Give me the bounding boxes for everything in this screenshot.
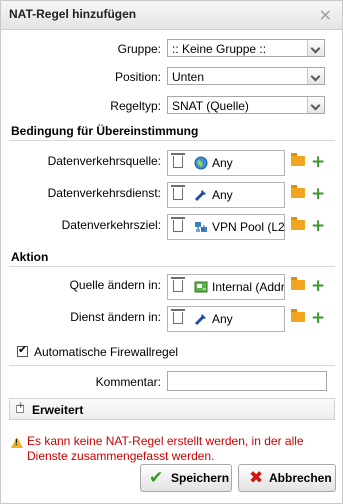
folder-icon[interactable] bbox=[291, 309, 305, 322]
chevron-down-icon[interactable] bbox=[307, 68, 324, 84]
datenverkehrsquelle-object[interactable]: Any bbox=[167, 150, 285, 176]
quelle-aendern-object[interactable]: Internal (Addr bbox=[167, 274, 285, 300]
firewall-rule-checkbox[interactable] bbox=[17, 343, 28, 357]
folder-icon[interactable] bbox=[291, 153, 305, 166]
divider bbox=[9, 140, 335, 141]
cancel-button[interactable]: ✖ Abbrechen bbox=[238, 464, 336, 492]
plus-icon[interactable]: + bbox=[311, 308, 325, 328]
folder-icon[interactable] bbox=[291, 277, 305, 290]
trash-icon[interactable] bbox=[171, 309, 185, 324]
nat-rule-dialog: NAT-Regel hinzufügen × Gruppe: :: Keine … bbox=[0, 0, 343, 504]
chevron-down-icon[interactable] bbox=[307, 97, 324, 113]
datenverkehrsquelle-value: Any bbox=[212, 156, 233, 170]
expand-icon[interactable] bbox=[16, 401, 25, 413]
datenverkehrsdienst-value: Any bbox=[212, 188, 233, 202]
dialog-titlebar[interactable]: NAT-Regel hinzufügen × bbox=[1, 1, 342, 30]
datenverkehrsdienst-object[interactable]: Any bbox=[167, 182, 285, 208]
folder-icon[interactable] bbox=[291, 185, 305, 198]
divider bbox=[9, 365, 335, 366]
gruppe-label: Gruppe: bbox=[117, 42, 161, 56]
chevron-down-icon[interactable] bbox=[307, 40, 324, 56]
gruppe-row: Gruppe: :: Keine Gruppe :: bbox=[1, 38, 342, 62]
globe-icon bbox=[194, 156, 208, 170]
datenverkehrsziel-row: Datenverkehrsziel: VPN Pool (L2 + bbox=[1, 214, 342, 240]
kommentar-input[interactable] bbox=[167, 371, 327, 391]
trash-icon[interactable] bbox=[171, 153, 185, 168]
gruppe-select[interactable]: :: Keine Gruppe :: bbox=[167, 39, 325, 57]
service-icon bbox=[194, 190, 206, 202]
quelle-aendern-label: Quelle ändern in: bbox=[69, 278, 161, 292]
service-icon bbox=[194, 314, 206, 326]
trash-icon[interactable] bbox=[171, 185, 185, 200]
quelle-aendern-value: Internal (Addr bbox=[212, 280, 285, 294]
datenverkehrsziel-label: Datenverkehrsziel: bbox=[61, 218, 161, 232]
dienst-aendern-object[interactable]: Any bbox=[167, 306, 285, 332]
position-select[interactable]: Unten bbox=[167, 67, 325, 85]
datenverkehrsziel-value: VPN Pool (L2 bbox=[212, 220, 285, 234]
folder-icon[interactable] bbox=[291, 217, 305, 230]
network-icon bbox=[195, 222, 207, 232]
position-label: Position: bbox=[114, 70, 161, 84]
datenverkehrsquelle-row: Datenverkehrsquelle: Any + bbox=[1, 150, 342, 176]
gruppe-value: :: Keine Gruppe :: bbox=[172, 42, 267, 56]
firewall-rule-label[interactable]: Automatische Firewallregel bbox=[34, 345, 178, 359]
dienst-aendern-row: Dienst ändern in: Any + bbox=[1, 306, 342, 332]
plus-icon[interactable]: + bbox=[311, 184, 325, 204]
quelle-aendern-row: Quelle ändern in: Internal (Addr + bbox=[1, 274, 342, 300]
dienst-aendern-value: Any bbox=[212, 312, 233, 326]
dialog-title: NAT-Regel hinzufügen bbox=[9, 7, 137, 21]
trash-icon[interactable] bbox=[171, 277, 185, 292]
kommentar-label: Kommentar: bbox=[95, 375, 161, 389]
regeltyp-value: SNAT (Quelle) bbox=[172, 99, 249, 113]
regeltyp-label: Regeltyp: bbox=[110, 99, 161, 113]
datenverkehrsquelle-label: Datenverkehrsquelle: bbox=[47, 154, 161, 168]
erweitert-panel[interactable]: Erweitert bbox=[9, 398, 335, 420]
divider bbox=[9, 266, 335, 267]
regeltyp-row: Regeltyp: SNAT (Quelle) bbox=[1, 95, 342, 119]
datenverkehrsziel-object[interactable]: VPN Pool (L2 bbox=[167, 214, 285, 240]
erweitert-label[interactable]: Erweitert bbox=[32, 403, 83, 417]
datenverkehrsdienst-label: Datenverkehrsdienst: bbox=[47, 186, 161, 200]
bedingung-heading: Bedingung für Übereinstimmung bbox=[11, 124, 199, 138]
warning-message: Es kann keine NAT-Regel erstellt werden,… bbox=[27, 434, 304, 463]
aktion-heading: Aktion bbox=[11, 250, 49, 264]
plus-icon[interactable]: + bbox=[311, 152, 325, 172]
cancel-button-label: Abbrechen bbox=[269, 471, 332, 485]
datenverkehrsdienst-row: Datenverkehrsdienst: Any + bbox=[1, 182, 342, 208]
host-icon bbox=[194, 281, 208, 293]
plus-icon[interactable]: + bbox=[311, 216, 325, 236]
close-icon: ✖ bbox=[249, 468, 264, 488]
plus-icon[interactable]: + bbox=[311, 276, 325, 296]
dienst-aendern-label: Dienst ändern in: bbox=[70, 310, 161, 324]
trash-icon[interactable] bbox=[171, 217, 185, 232]
check-icon: ✔ bbox=[149, 468, 164, 488]
close-icon[interactable]: × bbox=[319, 5, 332, 24]
save-button-label: Speichern bbox=[171, 471, 230, 485]
regeltyp-select[interactable]: SNAT (Quelle) bbox=[167, 96, 325, 114]
warning-icon bbox=[11, 437, 23, 448]
save-button[interactable]: ✔ Speichern bbox=[140, 464, 232, 492]
position-row: Position: Unten bbox=[1, 66, 342, 90]
position-value: Unten bbox=[172, 70, 205, 84]
